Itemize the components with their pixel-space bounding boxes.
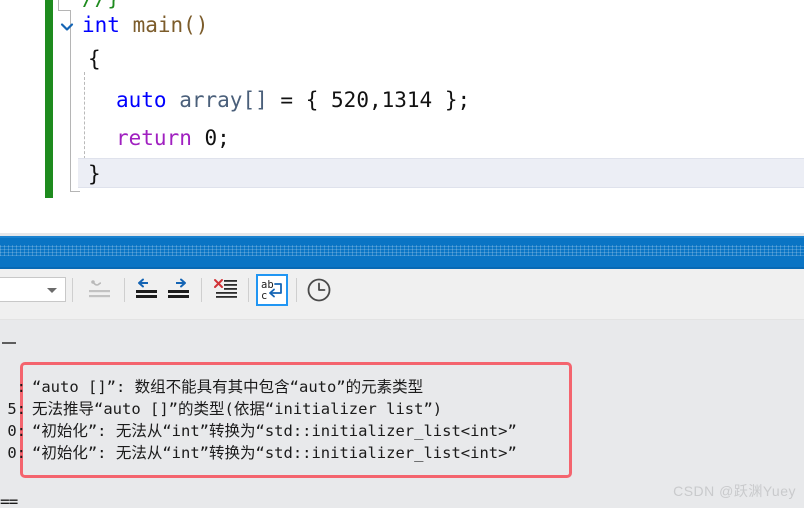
output-source-combobox[interactable]	[0, 277, 66, 302]
clear-output-icon[interactable]	[84, 276, 114, 304]
toolbar-separator-1	[72, 278, 73, 302]
output-message-row: 5: 无法推导“auto []”的类型(依据“initializer list”)	[0, 398, 804, 420]
output-pane[interactable]: : “auto []”: 数组不能具有其中包含“auto”的元素类型 5: 无法推导…	[0, 320, 804, 508]
message-prefix: :	[16, 378, 26, 396]
token-operator-assign: =	[280, 88, 294, 112]
token-literal-zero: 0	[204, 126, 218, 150]
message-prefix: 5:	[7, 400, 26, 418]
error-squiggle-icon	[116, 111, 167, 117]
editor-bottom-gap	[0, 200, 804, 233]
arrow-right-icon[interactable]	[163, 276, 193, 304]
token-return-semicolon: ;	[217, 126, 230, 150]
token-keyword-int: int	[82, 13, 120, 37]
output-top-marker	[2, 342, 16, 344]
token-space-7	[192, 126, 205, 150]
band-top-edge	[0, 236, 804, 238]
outline-foot	[70, 191, 80, 192]
clock-icon[interactable]	[305, 276, 335, 304]
output-message-row: : “auto []”: 数组不能具有其中包含“auto”的元素类型	[0, 376, 804, 398]
token-function-main: main()	[132, 13, 209, 37]
code-line-return[interactable]: return 0;	[116, 126, 230, 150]
message-text: 无法推导“auto []”的类型(依据“initializer list”)	[32, 400, 443, 418]
token-identifier-array: array[]	[179, 88, 268, 112]
csdn-watermark: CSDN @跃渊Yuey	[673, 483, 796, 499]
token-comma: ,	[368, 88, 382, 112]
chevron-down-icon[interactable]	[58, 18, 76, 36]
token-space-2	[167, 88, 180, 112]
message-prefix: 0:	[7, 444, 26, 462]
arrow-left-icon[interactable]	[131, 276, 161, 304]
token-value-520: 520	[331, 88, 369, 112]
token-space-3	[268, 88, 281, 112]
token-keyword-auto: auto	[116, 88, 167, 112]
current-line-highlight	[78, 158, 804, 188]
token-init-open: {	[305, 88, 319, 112]
build-progress-band	[0, 236, 804, 269]
word-wrap-icon[interactable]: ab c	[256, 274, 288, 306]
token-space-5	[318, 88, 331, 112]
band-texture	[0, 245, 804, 256]
token-space-6	[432, 88, 445, 112]
token-semicolon: ;	[457, 88, 471, 112]
token-value-1314: 1314	[381, 88, 433, 112]
outline-rail	[70, 10, 71, 192]
code-line-close-brace[interactable]: }	[88, 162, 101, 186]
message-text: “初始化”: 无法从“int”转换为“std::initializer_list…	[32, 422, 517, 440]
indent-guide	[84, 72, 85, 164]
toolbar-separator-2	[124, 278, 125, 302]
token-brace-open: {	[88, 47, 101, 71]
token-space-1	[120, 13, 133, 37]
code-line-open-brace[interactable]: {	[88, 47, 101, 71]
toolbar-separator-5	[296, 278, 297, 302]
message-text: “auto []”: 数组不能具有其中包含“auto”的元素类型	[32, 378, 424, 396]
code-editor[interactable]: //} int main() { auto array[] = { 520,13…	[0, 0, 804, 200]
outline-foot-top	[58, 10, 70, 11]
clear-pane-icon[interactable]	[211, 276, 241, 304]
code-line-declaration[interactable]: auto array[] = { 520,1314 };	[116, 88, 470, 112]
code-line-cut: //}	[82, 0, 120, 10]
message-text: “初始化”: 无法从“int”转换为“std::initializer_list…	[32, 444, 517, 462]
output-bottom-marker: ==	[0, 492, 18, 508]
code-line-main-signature[interactable]: int main()	[82, 13, 208, 37]
output-toolbar	[0, 269, 804, 320]
token-keyword-return: return	[116, 126, 192, 150]
toolbar-separator-4	[248, 278, 249, 302]
output-message-row: 0: “初始化”: 无法从“int”转换为“std::initializer_li…	[0, 442, 804, 464]
toolbar-separator-3	[201, 278, 202, 302]
token-brace-close: }	[88, 162, 101, 186]
error-squiggle-wrap: auto	[116, 88, 167, 112]
message-prefix: 0:	[7, 422, 26, 440]
token-init-close: }	[444, 88, 458, 112]
chevron-down-icon	[47, 288, 57, 293]
svg-text:c: c	[261, 290, 267, 302]
change-tracking-bar	[45, 0, 53, 198]
token-space-4	[293, 88, 306, 112]
output-message-row: 0: “初始化”: 无法从“int”转换为“std::initializer_li…	[0, 420, 804, 442]
